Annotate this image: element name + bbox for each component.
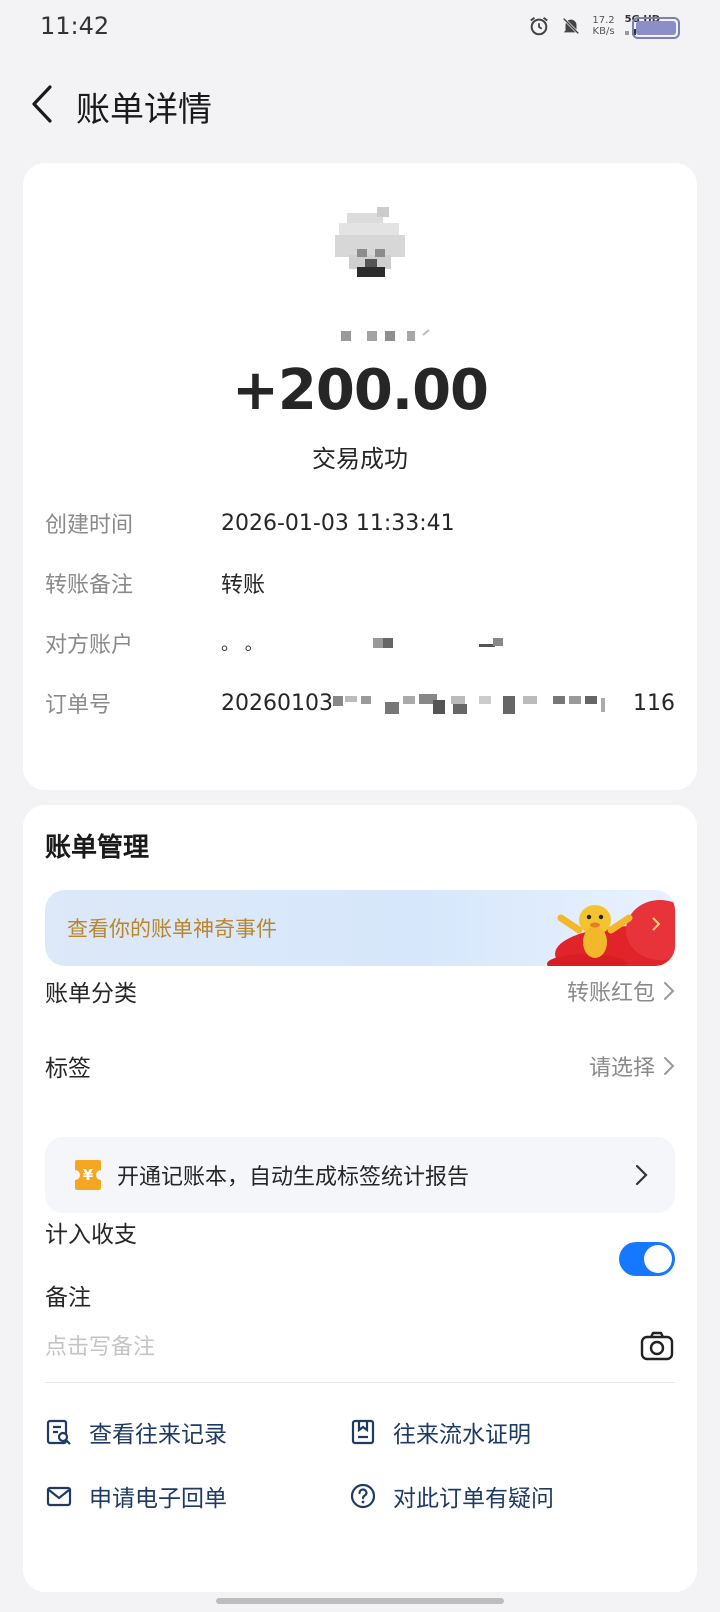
avatar: [335, 207, 405, 277]
include-in-stats-label: 计入收支: [45, 1222, 137, 1248]
detail-label: 对方账户: [45, 633, 134, 658]
tag-label: 标签: [45, 1056, 91, 1082]
page-title: 账单详情: [76, 90, 212, 130]
chevron-right-icon: [664, 982, 675, 1000]
document-icon: [351, 1419, 375, 1445]
amount: +200.00: [231, 358, 489, 423]
records-search-icon: [46, 1419, 71, 1445]
detail-value: 2026-01-03 11:33:41: [221, 510, 455, 536]
order-number-suffix: 116: [632, 690, 675, 716]
detail-row-created-time: 创建时间 2026-01-03 11:33:41: [45, 505, 685, 541]
net-speed-value: 17.2: [592, 15, 615, 26]
detail-row-order-number: 订单号 20260103 116: [45, 685, 685, 721]
detail-label: 转账备注: [45, 573, 134, 598]
section-title: 账单管理: [45, 833, 150, 863]
action-label: 查看往来记录: [89, 1422, 227, 1448]
ledger-coupon-icon: ¥: [75, 1160, 101, 1190]
bill-category-label: 账单分类: [45, 981, 137, 1007]
transaction-proof-button[interactable]: 往来流水证明: [349, 1415, 531, 1449]
ledger-coupon-glyph: ¥: [83, 1166, 94, 1184]
view-records-button[interactable]: 查看往来记录: [45, 1415, 227, 1449]
order-number-redacted: [332, 694, 605, 714]
bill-category-value: 转账红包: [566, 981, 655, 1006]
tag-row[interactable]: 标签 请选择: [45, 1046, 675, 1086]
alarm-icon: [530, 16, 549, 36]
detail-value: 转账: [221, 573, 266, 598]
detail-label: 订单号: [45, 693, 112, 718]
camera-icon[interactable]: [639, 1328, 675, 1364]
bill-category-row[interactable]: 账单分类 转账红包: [45, 971, 675, 1011]
net-speed-unit: KB/s: [592, 26, 615, 37]
action-label: 往来流水证明: [393, 1422, 531, 1448]
counterparty-account-redacted: [372, 638, 503, 648]
bell-muted-icon: [563, 17, 580, 35]
chevron-right-icon: [635, 1164, 648, 1186]
back-button[interactable]: [22, 80, 62, 128]
banner-text: 查看你的账单神奇事件: [67, 917, 277, 941]
note-input[interactable]: [45, 1325, 605, 1369]
help-circle-icon: [350, 1483, 376, 1509]
nav-bar: 账单详情: [0, 70, 720, 140]
tag-value: 请选择: [588, 1056, 655, 1081]
action-label: 对此订单有疑问: [393, 1486, 554, 1512]
mail-icon: [46, 1486, 72, 1507]
mascot-illustration: [547, 900, 675, 966]
detail-value: 20260103 116: [221, 690, 675, 716]
divider: [45, 1382, 675, 1383]
status-bar: 11:42 17.2 KB/s 5G HD: [0, 0, 720, 56]
ledger-promo[interactable]: ¥ 开通记账本，自动生成标签统计报告: [45, 1137, 675, 1213]
detail-row-transfer-note: 转账备注 转账: [45, 565, 685, 601]
transaction-status: 交易成功: [312, 445, 408, 473]
management-card: 账单管理 查看你的账单神奇事件 账单分类 转账红包 标签 请选择 ¥ 开通记账本…: [23, 805, 697, 1592]
chevron-left-icon: [32, 85, 52, 123]
detail-value: 。 。: [221, 630, 551, 656]
counterparty-name: [341, 329, 430, 341]
home-indicator[interactable]: [216, 1598, 504, 1604]
order-number-prefix: 20260103: [221, 690, 333, 716]
e-receipt-button[interactable]: 申请电子回单: [45, 1479, 227, 1513]
transaction-card: +200.00 交易成功 创建时间 2026-01-03 11:33:41 转账…: [23, 163, 697, 790]
detail-row-counterparty: 对方账户 。 。: [45, 625, 685, 661]
note-label: 备注: [45, 1285, 91, 1311]
action-label: 申请电子回单: [89, 1486, 227, 1512]
include-in-stats-row: 计入收支: [45, 1212, 675, 1252]
detail-label: 创建时间: [45, 513, 134, 538]
battery-icon: [632, 17, 680, 39]
bill-events-banner[interactable]: 查看你的账单神奇事件: [45, 890, 675, 966]
counterparty-account-visible: 。 。: [221, 634, 263, 655]
chevron-right-icon: [664, 1057, 675, 1075]
status-time: 11:42: [40, 12, 110, 40]
net-speed: 17.2 KB/s: [592, 15, 614, 37]
order-question-button[interactable]: 对此订单有疑问: [349, 1479, 554, 1513]
include-in-stats-toggle[interactable]: [619, 1242, 675, 1276]
promo-text: 开通记账本，自动生成标签统计报告: [117, 1165, 470, 1190]
